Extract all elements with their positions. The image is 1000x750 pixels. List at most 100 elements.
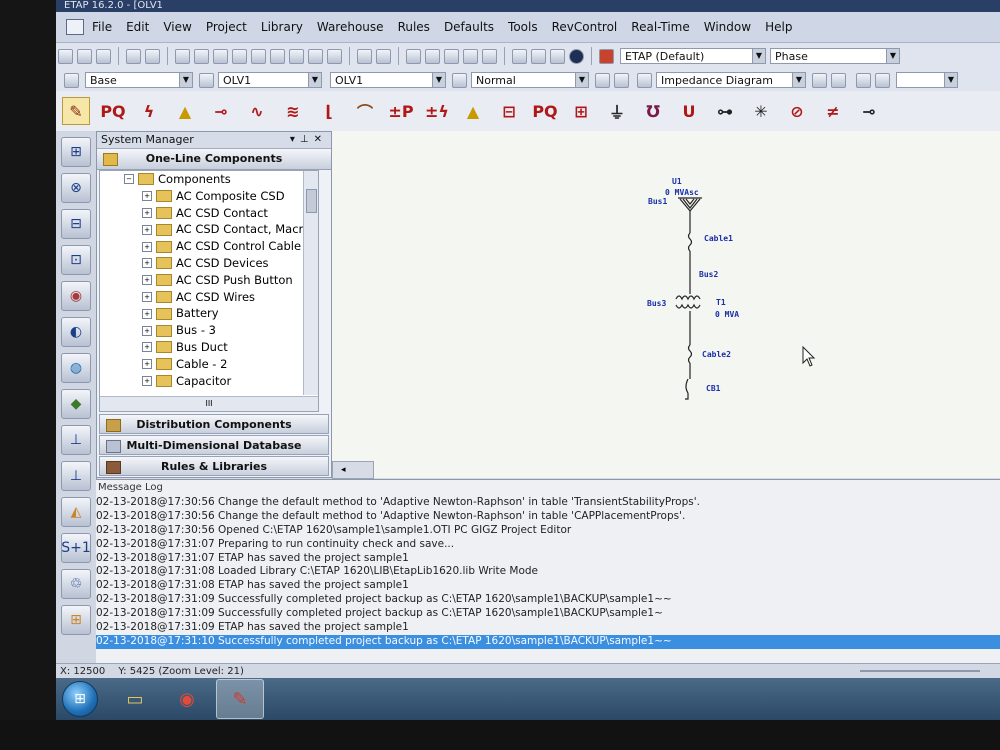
zoom-window-icon[interactable] (308, 48, 323, 64)
print-icon[interactable] (126, 48, 141, 64)
cable-system-icon[interactable]: ◉ (61, 281, 91, 311)
chevron-down-icon[interactable]: ▼ (575, 73, 588, 87)
expand-icon[interactable]: + (142, 375, 152, 386)
map-icon[interactable]: ◭ (61, 497, 91, 527)
arc-flash-icon[interactable]: ▲ (172, 98, 198, 124)
mode-combo[interactable]: Normal ▼ (471, 72, 589, 88)
redo-icon[interactable] (376, 48, 391, 64)
tree-item[interactable]: + AC CSD Contact (100, 205, 318, 222)
grid-icon[interactable] (444, 48, 459, 64)
geo-view-icon[interactable]: ◆ (61, 389, 91, 419)
help-icon[interactable] (569, 48, 584, 64)
menu-defaults[interactable]: Defaults (444, 20, 494, 34)
load-flow-icon[interactable]: PQ (100, 98, 126, 124)
menu-real-time[interactable]: Real-Time (631, 20, 689, 34)
sequence-viewer-icon[interactable]: ⌒ (352, 98, 378, 124)
switching-sequence-icon[interactable]: ⊶ (712, 98, 738, 124)
expand-icon[interactable]: + (142, 275, 152, 286)
diagram-icon[interactable] (637, 72, 652, 88)
menu-rules[interactable]: Rules (398, 20, 430, 34)
snowflake-icon[interactable] (64, 72, 79, 88)
log-line[interactable]: 02-13-2018@17:30:56 Change the default m… (96, 510, 1000, 524)
chevron-down-icon[interactable]: ▼ (752, 49, 765, 63)
layout-icon[interactable] (812, 72, 827, 88)
harmonic-icon[interactable]: ∿ (244, 98, 270, 124)
rules-libraries-button[interactable]: Rules & Libraries (99, 456, 329, 476)
gis-map-icon[interactable]: ◍ (61, 353, 91, 383)
compare-icon[interactable] (614, 72, 629, 88)
chevron-down-icon[interactable]: ▼ (432, 73, 445, 87)
menu-edit[interactable]: Edit (126, 20, 149, 34)
cable-pulling-icon[interactable]: ⊞ (568, 98, 594, 124)
menu-tools[interactable]: Tools (508, 20, 538, 34)
tree-horizontal-scrollbar[interactable]: III (100, 396, 318, 411)
equation-icon[interactable]: S+1 (61, 533, 91, 563)
hyperlink-icon[interactable] (512, 48, 527, 64)
menu-library[interactable]: Library (261, 20, 303, 34)
hierarchy-icon[interactable]: ⊞ (61, 605, 91, 635)
cable2-symbol[interactable] (687, 344, 693, 364)
edit-icon[interactable] (875, 72, 890, 88)
motor-acceleration-icon[interactable]: ⊸ (208, 98, 234, 124)
menu-revcontrol[interactable]: RevControl (552, 20, 618, 34)
cable-pulling-view-icon[interactable]: ◐ (61, 317, 91, 347)
chevron-down-icon[interactable]: ▼ (886, 49, 899, 63)
expand-icon[interactable]: + (142, 207, 152, 218)
menu-view[interactable]: View (163, 20, 191, 34)
zoom-out-icon[interactable] (270, 48, 285, 64)
recycle-bin-icon[interactable]: ♲ (61, 569, 91, 599)
tree-item[interactable]: + Bus - 3 (100, 322, 318, 339)
expand-icon[interactable]: + (142, 291, 152, 302)
expand-icon[interactable]: + (142, 342, 152, 353)
presentation-icon[interactable] (199, 72, 214, 88)
dc-arc-flash-icon[interactable]: ▲ (460, 98, 486, 124)
zoom-in-icon[interactable] (251, 48, 266, 64)
base-combo[interactable]: Base ▼ (85, 72, 193, 88)
tree-item[interactable]: + Battery (100, 305, 318, 322)
scenario-icon[interactable]: ≠ (820, 98, 846, 124)
control-circuit-icon[interactable]: ⊥ (61, 425, 91, 455)
expand-icon[interactable]: + (142, 191, 152, 202)
new-icon[interactable] (58, 48, 73, 64)
chevron-down-icon[interactable]: ▼ (944, 73, 957, 87)
chevron-down-icon[interactable]: ▼ (792, 73, 805, 87)
save-icon[interactable] (96, 48, 111, 64)
menu-project[interactable]: Project (206, 20, 247, 34)
expand-icon[interactable]: + (142, 359, 152, 370)
diagram-combo[interactable]: Impedance Diagram ▼ (656, 72, 806, 88)
start-button-icon[interactable]: ⊞ (62, 681, 98, 717)
magnetic-field-icon[interactable]: ℧ (640, 98, 666, 124)
cut-icon[interactable] (175, 48, 190, 64)
paste-icon[interactable] (213, 48, 228, 64)
zoom-slider[interactable] (860, 670, 980, 672)
log-line[interactable]: 02-13-2018@17:31:09 Successfully complet… (96, 607, 1000, 621)
calculator-icon[interactable] (531, 48, 546, 64)
battery-sizing-icon[interactable]: ⊟ (496, 98, 522, 124)
protective-coordination-icon[interactable]: ⌊ (316, 98, 342, 124)
transformer-t1-symbol[interactable] (675, 295, 701, 309)
menu-help[interactable]: Help (765, 20, 792, 34)
bookmark-icon[interactable] (831, 72, 846, 88)
tree-vertical-scrollbar[interactable] (303, 171, 318, 395)
pan-icon[interactable] (232, 48, 247, 64)
one-line-diagram[interactable]: U1 0 MVAsc Bus1 Cable1 Bus2 Bus3 T1 0 MV… (332, 131, 1000, 478)
file-explorer-icon[interactable]: ▭ (112, 680, 158, 718)
tree-item[interactable]: + AC CSD Push Button (100, 272, 318, 289)
theme-icon[interactable] (482, 48, 497, 64)
config-combo[interactable]: ETAP (Default) ▼ (620, 48, 766, 64)
log-line-selected[interactable]: 02-13-2018@17:31:10 Successfully complet… (96, 634, 1000, 649)
olv-combo-2[interactable]: OLV1 ▼ (330, 72, 446, 88)
utility-symbol[interactable] (678, 197, 702, 212)
log-line[interactable]: 02-13-2018@17:31:07 Preparing to run con… (96, 538, 1000, 552)
menu-file[interactable]: File (92, 20, 112, 34)
study-wizard-icon[interactable]: ⊸ (856, 98, 882, 124)
etap-taskbar-icon[interactable]: ✎ (216, 679, 264, 719)
expand-icon[interactable]: + (142, 258, 152, 269)
user-defined-icon[interactable]: ⊘ (784, 98, 810, 124)
dc-load-flow-icon[interactable]: PQ (532, 98, 558, 124)
tree-item[interactable]: + AC CSD Devices (100, 255, 318, 272)
find-icon[interactable] (550, 48, 565, 64)
panel-controls[interactable]: ▾⊥✕ (290, 132, 327, 148)
expand-icon[interactable]: + (142, 325, 152, 336)
tree-root[interactable]: − Components (100, 171, 318, 188)
